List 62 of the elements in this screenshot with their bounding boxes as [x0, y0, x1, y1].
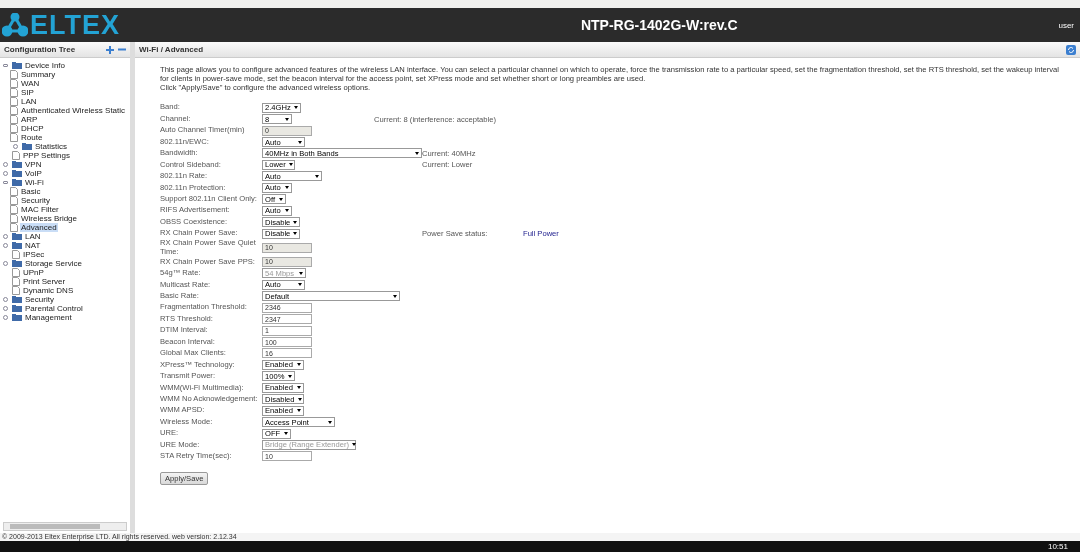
tree-item[interactable]: DHCP — [20, 124, 45, 133]
tree-item[interactable]: Advanced — [20, 223, 58, 232]
expand-icon[interactable] — [3, 234, 8, 239]
device-title: NTP-RG-1402G-W:rev.C — [579, 17, 739, 33]
expand-icon[interactable] — [3, 297, 8, 302]
tree-item[interactable]: Wireless Bridge — [20, 214, 78, 223]
folder-icon — [12, 161, 22, 168]
tree-item[interactable]: SIP — [20, 88, 35, 97]
expand-icon[interactable] — [3, 162, 8, 167]
user-name: user — [1058, 20, 1074, 30]
tree-item[interactable]: VoIP — [24, 169, 43, 178]
collapse-all-icon[interactable] — [118, 48, 126, 51]
folder-icon — [12, 242, 22, 249]
logo-text: ELTEX — [30, 11, 120, 39]
tree-item[interactable]: PPP Settings — [22, 151, 71, 160]
expand-icon[interactable] — [3, 243, 8, 248]
tree-item[interactable]: Dynamic DNS — [22, 286, 75, 295]
tree-item[interactable]: Security — [20, 196, 51, 205]
folder-icon — [22, 143, 32, 150]
tree-item[interactable]: WAN — [20, 79, 41, 88]
folder-icon — [12, 305, 22, 312]
tree-item[interactable]: VPN — [24, 160, 43, 169]
tree-item[interactable]: Route — [20, 133, 44, 142]
tree-item[interactable]: IPSec — [22, 250, 46, 259]
collapse-icon[interactable] — [3, 181, 8, 184]
tree-item[interactable]: Authenticated Wireless Static — [20, 106, 127, 115]
collapse-icon[interactable] — [3, 64, 8, 67]
tree-item[interactable]: Basic — [20, 187, 42, 196]
tree-item[interactable]: Parental Control — [24, 304, 84, 313]
clock: 10:51 — [1047, 541, 1068, 552]
tree-item[interactable]: Wi-Fi — [24, 178, 45, 187]
expand-icon[interactable] — [3, 171, 8, 176]
expand-all-icon[interactable] — [106, 45, 114, 54]
tree-item[interactable]: Device Info — [24, 61, 67, 70]
tree-item[interactable]: Summary — [20, 70, 57, 79]
scrollbar[interactable] — [3, 522, 127, 531]
expand-icon[interactable] — [3, 306, 8, 311]
expand-icon[interactable] — [3, 315, 8, 320]
tree-item[interactable]: Statistics — [34, 142, 68, 151]
tree-item[interactable]: LAN — [24, 232, 42, 241]
tree-item[interactable]: LAN — [20, 97, 38, 106]
page-title: Wi-Fi / Advanced — [139, 45, 205, 54]
logo-icon — [2, 13, 28, 37]
folder-icon — [12, 62, 22, 69]
folder-icon — [12, 260, 22, 267]
tree-item[interactable]: NAT — [24, 241, 42, 250]
folder-icon — [12, 314, 22, 321]
folder-icon — [12, 233, 22, 240]
refresh-icon[interactable] — [1066, 44, 1076, 55]
tree-item[interactable]: ARP — [20, 115, 39, 124]
tree-item[interactable]: Print Server — [22, 277, 67, 286]
tree-item[interactable]: UPnP — [22, 268, 45, 277]
folder-icon — [12, 296, 22, 303]
folder-icon — [12, 179, 22, 186]
expand-icon[interactable] — [13, 144, 18, 149]
expand-icon[interactable] — [3, 261, 8, 266]
tree-item[interactable]: Security — [24, 295, 55, 304]
tree-item[interactable]: MAC Filter — [20, 205, 60, 214]
panel-title: Configuration Tree — [4, 45, 77, 54]
folder-icon — [12, 170, 22, 177]
tree-item[interactable]: Storage Service — [24, 259, 83, 268]
tree-item[interactable]: Management — [24, 313, 73, 322]
